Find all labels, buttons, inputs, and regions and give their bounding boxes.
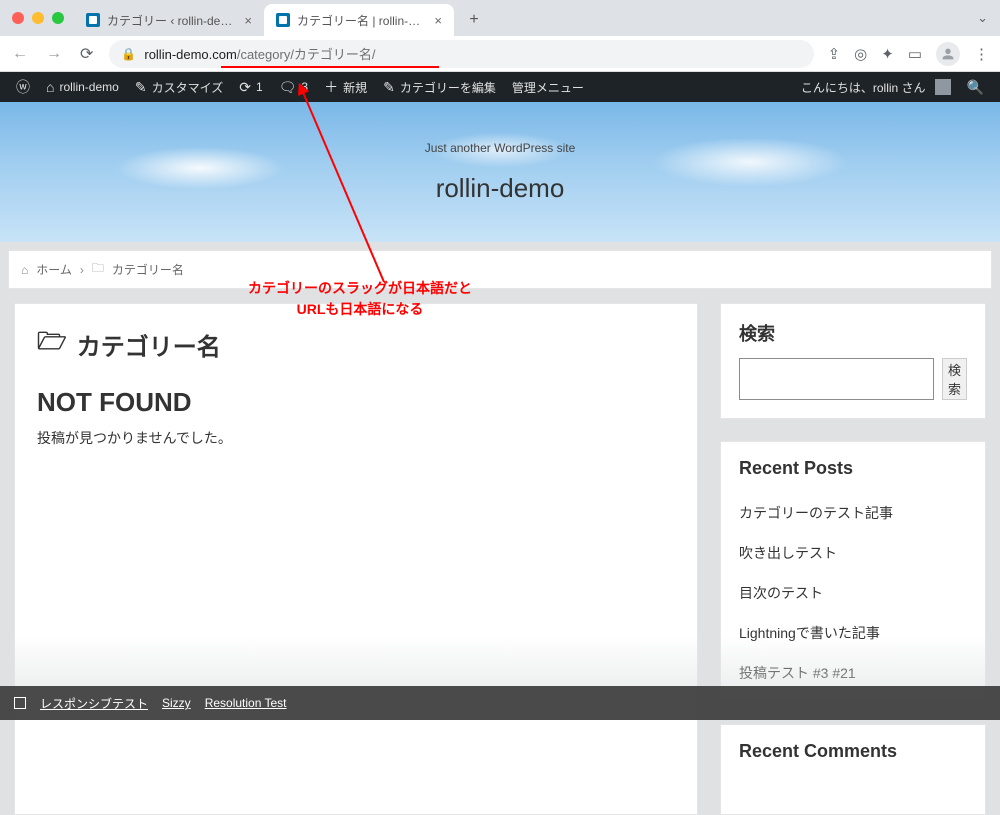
profile-button[interactable] — [936, 42, 960, 66]
tab-overflow-icon[interactable]: ⌄ — [977, 10, 988, 26]
reload-button[interactable]: ⟳ — [78, 44, 95, 64]
breadcrumb-current: カテゴリー名 — [112, 261, 184, 278]
not-found-heading: NOT FOUND — [37, 387, 675, 418]
admin-menu-link[interactable]: 管理メニュー — [504, 72, 592, 102]
not-found-text: 投稿が見つかりませんでした。 — [37, 428, 675, 448]
search-button[interactable]: 検索 — [942, 358, 967, 400]
forward-button[interactable]: → — [44, 45, 64, 63]
minimize-window-button[interactable] — [32, 12, 44, 24]
search-toggle[interactable]: 🔍 — [959, 72, 992, 102]
extensions-icon[interactable]: ✦ — [881, 45, 894, 63]
recent-comments-title: Recent Comments — [739, 741, 967, 762]
brush-icon: ✎ — [135, 80, 147, 94]
responsive-dev-bar: レスポンシブテスト Sizzy Resolution Test — [0, 686, 1000, 720]
url-path: /category/カテゴリー名/ — [237, 47, 376, 62]
close-tab-icon[interactable]: × — [434, 13, 442, 28]
site-name-menu[interactable]: ⌂ rollin-demo — [38, 72, 127, 102]
customize-label: カスタマイズ — [152, 79, 224, 96]
resolution-test-link[interactable]: Resolution Test — [205, 696, 287, 710]
browser-tab-strip: カテゴリー ‹ rollin-demo — Wor × カテゴリー名 | rol… — [0, 0, 1000, 36]
recent-comments-widget: Recent Comments — [720, 724, 986, 815]
new-content-menu[interactable]: ＋ 新規 — [316, 72, 375, 102]
lock-icon: 🔒 — [121, 47, 136, 61]
folder-open-icon: 🗁 — [37, 324, 67, 365]
back-button[interactable]: ← — [10, 45, 30, 63]
breadcrumb: ⌂ ホーム › 🗀 カテゴリー名 — [8, 250, 992, 289]
responsive-test-link[interactable]: レスポンシブテスト — [40, 695, 148, 712]
url-host: rollin-demo.com — [144, 47, 236, 62]
close-tab-icon[interactable]: × — [244, 13, 252, 28]
wp-admin-bar: ⓦ ⌂rollin-demo ✎カスタマイズ ⟳1 🗨3 ＋新規 ✎カテゴリーを… — [0, 72, 1000, 102]
maximize-window-button[interactable] — [52, 12, 64, 24]
recent-posts-title: Recent Posts — [739, 458, 967, 479]
folder-icon: 🗀 — [92, 259, 104, 280]
new-label: 新規 — [343, 79, 367, 96]
search-input[interactable] — [739, 358, 934, 400]
greeting-label: こんにちは、rollin さん — [801, 79, 926, 96]
updates-link[interactable]: ⟳1 — [231, 72, 270, 102]
chevron-right-icon: › — [80, 263, 84, 277]
refresh-icon: ⟳ — [239, 80, 251, 94]
admin-menu-label: 管理メニュー — [512, 79, 584, 96]
site-name-label: rollin-demo — [59, 80, 118, 94]
annotation-underline — [221, 66, 439, 68]
pencil-icon: ✎ — [383, 80, 395, 94]
comments-count: 3 — [301, 80, 308, 94]
edit-category-label: カテゴリーを編集 — [400, 79, 496, 96]
category-title: カテゴリー名 — [77, 327, 221, 362]
device-icon — [14, 697, 26, 709]
recent-post-link[interactable]: カテゴリーのテスト記事 — [739, 505, 893, 521]
browser-tab-2[interactable]: カテゴリー名 | rollin-demo × — [264, 4, 454, 36]
browser-tab-1[interactable]: カテゴリー ‹ rollin-demo — Wor × — [74, 4, 264, 36]
site-tagline: Just another WordPress site — [425, 141, 576, 155]
recent-post-link[interactable]: 吹き出しテスト — [739, 545, 837, 561]
plus-icon: ＋ — [324, 80, 338, 94]
user-avatar-icon — [935, 79, 951, 95]
site-title[interactable]: rollin-demo — [436, 173, 565, 204]
address-bar[interactable]: 🔒 rollin-demo.com/category/カテゴリー名/ — [109, 40, 813, 68]
user-greeting[interactable]: こんにちは、rollin さん — [793, 72, 959, 102]
close-window-button[interactable] — [12, 12, 24, 24]
home-icon: ⌂ — [21, 263, 28, 277]
favicon-icon — [86, 13, 100, 27]
browser-toolbar: ← → ⟳ 🔒 rollin-demo.com/category/カテゴリー名/… — [0, 36, 1000, 72]
camera-icon[interactable]: ◎ — [854, 45, 867, 63]
bookmark-list-icon[interactable]: ▭ — [908, 45, 922, 63]
browser-menu-icon[interactable]: ⋮ — [974, 45, 990, 63]
new-tab-button[interactable]: + — [460, 6, 488, 34]
window-controls — [8, 0, 74, 36]
recent-post-link[interactable]: 目次のテスト — [739, 585, 823, 601]
customize-link[interactable]: ✎ カスタマイズ — [127, 72, 231, 102]
home-icon: ⌂ — [46, 80, 54, 94]
search-widget: 検索 検索 — [720, 303, 986, 419]
wordpress-icon: ⓦ — [16, 80, 30, 94]
search-icon: 🔍 — [967, 80, 984, 94]
comment-icon: 🗨 — [279, 80, 297, 94]
wp-logo-menu[interactable]: ⓦ — [8, 72, 38, 102]
tab-title: カテゴリー名 | rollin-demo — [297, 12, 423, 29]
sizzy-link[interactable]: Sizzy — [162, 696, 191, 710]
comments-link[interactable]: 🗨3 — [271, 72, 316, 102]
edit-category-link[interactable]: ✎ カテゴリーを編集 — [375, 72, 504, 102]
tab-title: カテゴリー ‹ rollin-demo — Wor — [107, 12, 233, 29]
breadcrumb-home[interactable]: ホーム — [36, 261, 72, 278]
main-content: 🗁 カテゴリー名 NOT FOUND 投稿が見つかりませんでした。 — [14, 303, 698, 815]
updates-count: 1 — [256, 80, 263, 94]
recent-post-link[interactable]: Lightningで書いた記事 — [739, 625, 880, 641]
recent-posts-widget: Recent Posts カテゴリーのテスト記事 吹き出しテスト 目次のテスト … — [720, 441, 986, 702]
share-icon[interactable]: ⇪ — [828, 45, 841, 63]
site-hero: Just another WordPress site rollin-demo — [0, 102, 1000, 242]
recent-post-link[interactable]: 投稿テスト #3 #21 — [739, 665, 856, 681]
favicon-icon — [276, 13, 290, 27]
search-widget-title: 検索 — [739, 320, 967, 346]
